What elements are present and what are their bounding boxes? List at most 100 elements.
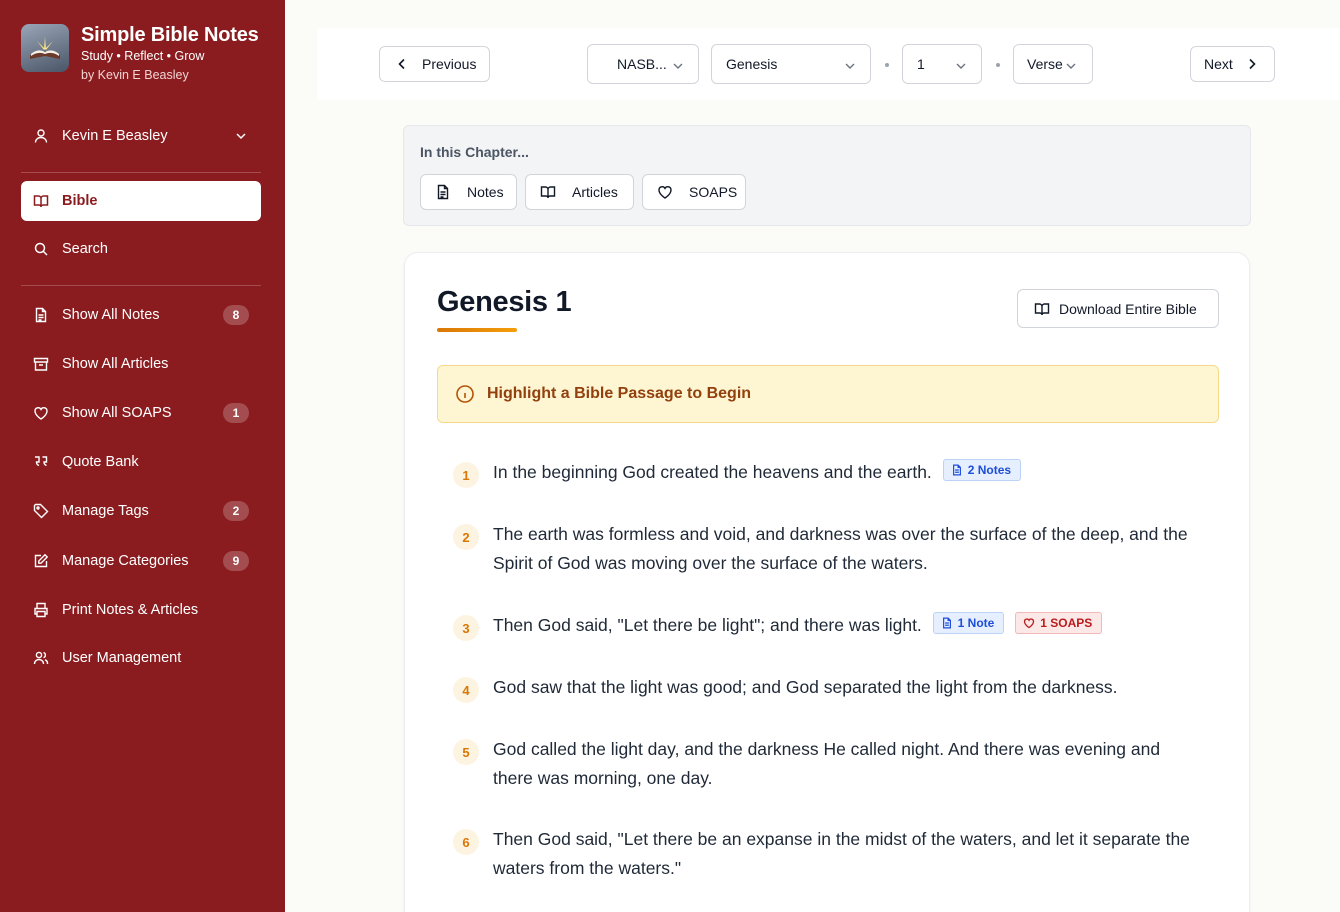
search-icon [34,242,48,256]
verse[interactable]: 4 God saw that the light was good; and G… [453,673,1193,703]
user-icon [34,129,48,143]
sidebar-item-soaps[interactable]: Show All SOAPS 1 [21,393,261,433]
chapter-value: 1 [917,56,925,72]
verse-number: 2 [453,524,479,550]
archive-icon [33,357,49,371]
sidebar-item-label: Bible [62,193,98,209]
chevron-down-icon [956,63,966,69]
sidebar-item-print[interactable]: Print Notes & Articles [21,590,261,630]
verse-text: God called the light day, and the darkne… [493,739,1161,788]
sidebar-item-label: Print Notes & Articles [62,602,199,618]
tag-icon [33,503,49,519]
previous-button[interactable]: Previous [379,46,490,82]
sidebar-item-articles[interactable]: Show All Articles [21,344,261,384]
previous-label: Previous [422,56,477,72]
verse[interactable]: 6 Then God said, "Let there be an expans… [453,825,1193,883]
sidebar-item-user-management[interactable]: User Management [21,638,261,678]
verse-text: God saw that the light was good; and God… [493,677,1118,697]
info-icon [456,385,474,403]
sidebar-item-label: Manage Categories [62,553,189,569]
chevron-down-icon [236,133,246,140]
bible-logo-icon [21,24,69,72]
download-label: Download Entire Bible [1059,300,1197,317]
verse[interactable]: 5 God called the light day, and the dark… [453,735,1193,793]
verse-value: Verse [1027,56,1063,72]
user-menu[interactable]: Kevin E Beasley [21,118,261,154]
app-tagline: Study • Reflect • Grow [81,49,205,63]
verse-number: 3 [453,615,479,641]
chapter-navigation: Previous NASB... Genesis 1 Verse Next [317,28,1340,100]
book-select[interactable]: Genesis [711,44,871,84]
quote-icon [35,456,48,467]
sidebar-item-label: Quote Bank [62,454,139,470]
heart-icon [34,407,48,420]
chapter-notes-button[interactable]: Notes [420,174,517,210]
chapter-panel-title: In this Chapter... [420,144,529,160]
verse-text: The earth was formless and void, and dar… [493,524,1188,573]
notes-tag[interactable]: 1 Note [932,612,1005,634]
file-text-icon [437,184,449,200]
sidebar-item-label: Manage Tags [62,503,149,519]
notes-tag[interactable]: 2 Notes [942,459,1022,481]
chapter-select[interactable]: 1 [902,44,982,84]
sidebar-item-label: Show All SOAPS [62,405,172,421]
next-label: Next [1204,56,1233,72]
brand: Simple Bible Notes Study • Reflect • Gro… [21,24,259,84]
sidebar-item-label: User Management [62,650,182,666]
sidebar-item-notes[interactable]: Show All Notes 8 [21,295,261,335]
count-badge: 2 [223,501,249,521]
count-badge: 1 [223,403,249,423]
verse-text: Then God said, "Let there be light"; and… [493,615,922,635]
verse-number: 1 [453,462,479,488]
separator-dot [996,63,1000,67]
next-button[interactable]: Next [1190,46,1275,82]
chevron-down-icon [673,63,683,69]
verse[interactable]: 2 The earth was formless and void, and d… [453,520,1193,578]
heart-icon [658,186,672,199]
app-title: Simple Bible Notes [81,24,259,46]
verse-select[interactable]: Verse [1013,44,1093,84]
verse-text: In the beginning God created the heavens… [493,462,932,482]
notes-tag-label: 1 Note [957,615,995,630]
version-value: NASB... [617,56,667,72]
verse-number: 4 [453,677,479,703]
chapter-soaps-button[interactable]: SOAPS [642,174,746,210]
chapter-articles-button[interactable]: Articles [525,174,634,210]
page-title: Genesis 1 [437,286,572,318]
book-open-icon [540,186,556,199]
chevron-left-icon [398,58,405,70]
app-author: by Kevin E Beasley [81,68,189,82]
soaps-tag[interactable]: 1 SOAPS [1015,612,1103,634]
chevron-down-icon [845,63,855,69]
notes-tag-label: 2 Notes [967,462,1012,477]
book-open-icon [33,195,49,208]
sidebar-item-label: Show All Articles [62,356,169,372]
verse-text: Then God said, "Let there be an expanse … [493,829,1190,878]
chapter-resources-panel: In this Chapter... Notes Articles SOAPS [403,125,1251,226]
chip-label: Notes [467,184,504,200]
sidebar-item-manage-tags[interactable]: Manage Tags 2 [21,491,261,531]
verse-number: 6 [453,829,479,855]
verse[interactable]: 1 In the beginning God created the heave… [453,458,1193,488]
info-alert: Highlight a Bible Passage to Begin [437,365,1219,423]
version-select[interactable]: NASB... [587,44,699,84]
verse-number: 5 [453,739,479,765]
file-text-icon [35,307,47,323]
download-bible-button[interactable]: Download Entire Bible [1017,289,1219,328]
users-icon [33,651,49,665]
sidebar-item-manage-categories[interactable]: Manage Categories 9 [21,541,261,581]
printer-icon [34,602,48,618]
sidebar-item-bible[interactable]: Bible [21,181,261,221]
chevron-down-icon [1066,63,1076,69]
sidebar-item-label: Show All Notes [62,307,160,323]
sidebar-item-quote-bank[interactable]: Quote Bank [21,442,261,482]
sidebar: Simple Bible Notes Study • Reflect • Gro… [0,0,285,912]
soaps-tag-label: 1 SOAPS [1040,615,1093,630]
chip-label: Articles [572,184,618,200]
sidebar-item-label: Search [62,241,108,257]
heart-icon [1024,618,1035,629]
verse[interactable]: 3 Then God said, "Let there be light"; a… [453,611,1193,641]
title-underline [437,328,517,332]
sidebar-item-search[interactable]: Search [21,229,261,269]
book-open-icon [1034,302,1050,315]
